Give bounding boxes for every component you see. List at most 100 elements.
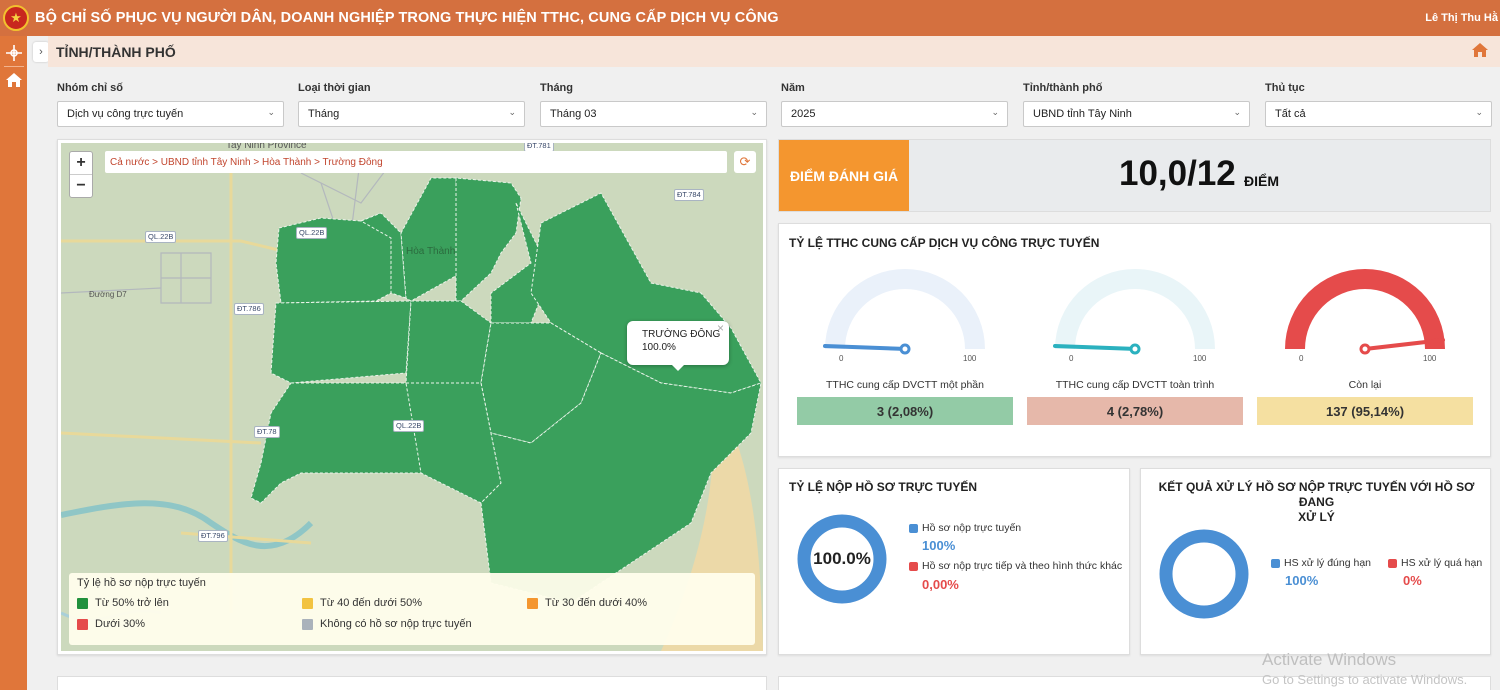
chevron-down-icon: ⌄	[1475, 107, 1483, 117]
score-unit: ĐIỂM	[1244, 173, 1279, 189]
gauge-hub	[1359, 343, 1371, 355]
filter-nhom-chi-so: Nhóm chỉ số Dịch vụ công trực tuyến ⌄	[57, 82, 284, 127]
left-sidebar	[0, 36, 27, 690]
user-name[interactable]: Lê Thị Thu Hằ	[1425, 12, 1498, 24]
commune-region	[270, 300, 412, 384]
filter-label: Tỉnh/thành phố	[1023, 82, 1103, 94]
legend-item: Hồ sơ nộp trực tiếp và theo hình thức kh…	[909, 560, 1122, 572]
popup-value: 100.0%	[642, 342, 676, 353]
select-value: Tháng 03	[550, 108, 597, 120]
popup-title: TRƯỜNG ĐÔNG	[642, 329, 721, 340]
legend-swatch	[527, 597, 538, 609]
filter-tinh-thanh-pho: Tỉnh/thành phố UBND tỉnh Tây Ninh ⌄	[1023, 82, 1250, 127]
select-value: UBND tỉnh Tây Ninh	[1033, 108, 1132, 120]
app-title: BỘ CHỈ SỐ PHỤC VỤ NGƯỜI DÂN, DOANH NGHIỆ…	[35, 10, 779, 26]
legend-title: Tỷ lệ hồ sơ nộp trực tuyến	[77, 577, 206, 589]
map-breadcrumb[interactable]: Cả nước > UBND tỉnh Tây Ninh > Hòa Thành…	[105, 151, 727, 173]
gauge-min: 0	[839, 354, 844, 363]
breadcrumb-bar: TỈNH/THÀNH PHỐ	[48, 36, 1500, 67]
bottom-card-left	[57, 676, 767, 690]
gauge-max: 100	[1193, 354, 1207, 363]
legend-label: Hồ sơ nộp trực tuyến	[922, 522, 1022, 534]
legend-label: HS xử lý đúng hạn	[1284, 557, 1371, 569]
road-badge: ĐT.78	[254, 426, 280, 438]
select-tinh-thanh-pho[interactable]: UBND tỉnh Tây Ninh ⌄	[1023, 101, 1250, 127]
select-value: Dịch vụ công trực tuyến	[67, 108, 184, 120]
gauge-min: 0	[1299, 354, 1304, 363]
chevron-down-icon: ⌄	[750, 107, 758, 117]
gauge-value-box: 4 (2,78%)	[1027, 397, 1243, 425]
chevron-down-icon: ⌄	[1233, 107, 1241, 117]
filter-thu-tuc: Thủ tục Tất cả ⌄	[1265, 82, 1492, 127]
legend-item: HS xử lý quá hạn	[1388, 557, 1482, 569]
menu-toggle-icon[interactable]	[0, 44, 27, 62]
select-thang[interactable]: Tháng 03 ⌄	[540, 101, 767, 127]
map-legend: Tỷ lệ hồ sơ nộp trực tuyến Từ 50% trở lê…	[69, 573, 755, 645]
legend-label: Từ 40 đến dưới 50%	[320, 597, 423, 609]
gauge-max: 100	[1423, 354, 1437, 363]
select-loai-thoi-gian[interactable]: Tháng ⌄	[298, 101, 525, 127]
gauge-max: 100	[963, 354, 977, 363]
activation-watermark: Activate Windows	[1262, 650, 1397, 669]
close-icon[interactable]: ×	[717, 322, 724, 335]
legend-value: 0,00%	[922, 577, 959, 592]
filter-bar: Nhóm chỉ số Dịch vụ công trực tuyến ⌄ Loạ…	[57, 82, 1492, 130]
road-badge: QL.22B	[145, 231, 177, 243]
select-nam[interactable]: 2025 ⌄	[781, 101, 1008, 127]
filter-label: Thủ tục	[1265, 82, 1305, 94]
gauge-chart	[823, 269, 985, 355]
legend-swatch	[302, 597, 313, 609]
legend-item: Dưới 30%	[77, 618, 145, 630]
refresh-icon[interactable]: ⟳	[734, 151, 756, 173]
chevron-down-icon: ⌄	[267, 107, 275, 117]
legend-item: Từ 40 đến dưới 50%	[302, 597, 422, 609]
online-submission-card: TỶ LỆ NỘP HỒ SƠ TRỰC TUYẾN 100.0% Hồ sơ …	[778, 468, 1130, 655]
legend-swatch	[77, 597, 88, 609]
gauge-track	[1055, 269, 1215, 349]
zoom-in-button[interactable]: +	[70, 152, 92, 174]
card-title: TỶ LỆ TTHC CUNG CẤP DỊCH VỤ CÔNG TRỰC TU…	[789, 236, 1100, 250]
legend-item: Từ 30 đến dưới 40%	[527, 597, 647, 609]
gauge-track	[825, 269, 985, 349]
select-thu-tuc[interactable]: Tất cả ⌄	[1265, 101, 1492, 127]
select-nhom-chi-so[interactable]: Dịch vụ công trực tuyến ⌄	[57, 101, 284, 127]
zoom-out-button[interactable]: −	[70, 175, 92, 197]
gauge-full: 0 100 TTHC cung cấp DVCTT toàn trình 4 (…	[1027, 264, 1243, 425]
filter-label: Nhóm chỉ số	[57, 82, 124, 94]
legend-label: Hồ sơ nộp trực tiếp và theo hình thức kh…	[922, 560, 1123, 572]
gauge-remaining: 0 100 Còn lại 137 (95,14%)	[1257, 264, 1473, 425]
processing-result-card: KẾT QUẢ XỬ LÝ HỒ SƠ NỘP TRỰC TUYẾN VỚI H…	[1140, 468, 1491, 655]
select-value: Tháng	[308, 108, 340, 120]
gauge-chart	[1285, 269, 1445, 355]
legend-label: HS xử lý quá hạn	[1401, 557, 1483, 569]
gauge-caption: Còn lại	[1348, 379, 1382, 391]
gauge-min: 0	[1069, 354, 1074, 363]
legend-swatch	[909, 523, 918, 533]
place-label: Hòa Thành	[406, 246, 456, 257]
home-icon[interactable]	[0, 73, 27, 87]
legend-label: Từ 50% trở lên	[95, 597, 169, 609]
road-badge: ĐT.786	[234, 303, 264, 315]
filter-label: Tháng	[540, 82, 573, 94]
legend-label: Không có hồ sơ nộp trực tuyến	[320, 618, 472, 630]
legend-value: 100%	[922, 538, 956, 553]
gauge-caption: TTHC cung cấp DVCTT toàn trình	[1055, 379, 1215, 391]
map-popup: × TRƯỜNG ĐÔNG 100.0%	[627, 321, 729, 371]
map-card: Tay Ninh Province Hòa Thành Đường D7 ĐT.…	[57, 139, 767, 655]
sidebar-collapse-button[interactable]: ›	[33, 42, 49, 62]
national-emblem-icon: ★	[3, 5, 29, 31]
filter-loai-thoi-gian: Loại thời gian Tháng ⌄	[298, 82, 525, 127]
legend-swatch	[1271, 558, 1280, 568]
card-title: TỶ LỆ NỘP HỒ SƠ TRỰC TUYẾN	[789, 480, 977, 494]
map-canvas[interactable]: Tay Ninh Province Hòa Thành Đường D7 ĐT.…	[61, 143, 763, 651]
filter-nam: Năm 2025 ⌄	[781, 82, 1008, 127]
chevron-down-icon: ⌄	[991, 107, 999, 117]
commune-region	[405, 300, 492, 384]
legend-swatch	[302, 618, 313, 630]
legend-label: Từ 30 đến dưới 40%	[545, 597, 648, 609]
home-icon[interactable]	[1472, 43, 1488, 60]
place-label: Đường D7	[89, 290, 127, 299]
legend-item: Không có hồ sơ nộp trực tuyến	[302, 618, 472, 630]
legend-item: HS xử lý đúng hạn	[1271, 557, 1371, 569]
gauge-hub	[899, 343, 911, 355]
